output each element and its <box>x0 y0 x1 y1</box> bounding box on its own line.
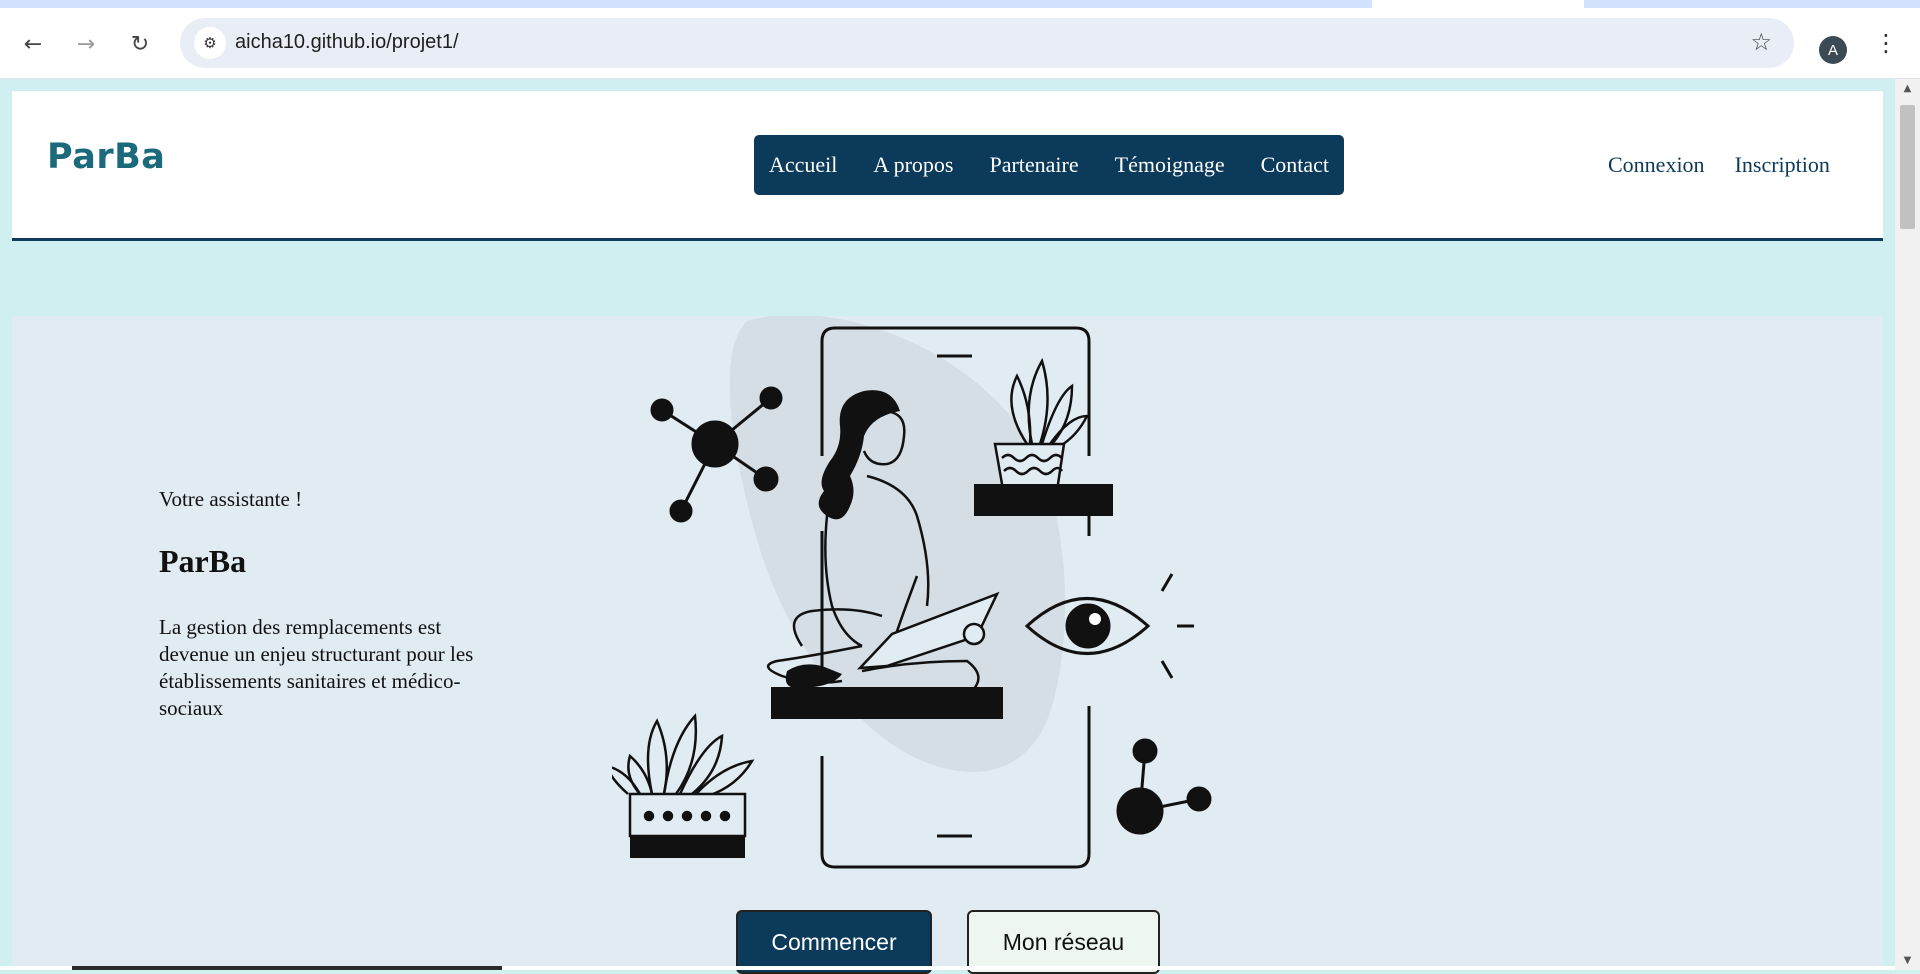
shelf-middle <box>771 687 1003 719</box>
signup-link[interactable]: Inscription <box>1735 152 1830 178</box>
nav-link-partenaire[interactable]: Partenaire <box>989 152 1078 178</box>
back-button[interactable]: ← <box>17 28 49 60</box>
scrollbar[interactable]: ▲ ▼ <box>1895 79 1920 970</box>
hero-eyebrow: Votre assistante ! <box>159 487 303 511</box>
arrow-right-icon: → <box>76 31 96 57</box>
hero-illustration <box>612 316 1212 869</box>
shelf-top <box>974 484 1113 516</box>
site-header: ParBa Accueil A propos Partenaire Témoig… <box>12 91 1883 241</box>
scroll-down-icon[interactable]: ▼ <box>1895 955 1920 966</box>
active-tab[interactable] <box>1372 0 1584 8</box>
arrow-left-icon: ← <box>23 31 43 57</box>
main-nav: Accueil A propos Partenaire Témoignage C… <box>754 135 1345 195</box>
nav-link-accueil[interactable]: Accueil <box>769 152 837 178</box>
hero-section: Votre assistante ! ParBa La gestion des … <box>12 316 1883 974</box>
browser-toolbar: ← → ↻ ⚙ aicha10.github.io/projet1/ ☆ A ⋮ <box>0 8 1920 79</box>
scroll-up-icon[interactable]: ▲ <box>1895 83 1920 94</box>
tab-strip <box>0 0 1920 8</box>
address-bar[interactable]: ⚙ aicha10.github.io/projet1/ ☆ <box>180 18 1794 68</box>
nav-link-a-propos[interactable]: A propos <box>873 152 953 178</box>
scroll-thumb[interactable] <box>1900 105 1915 229</box>
reload-button[interactable]: ↻ <box>124 28 156 60</box>
forward-button[interactable]: → <box>70 28 102 60</box>
molecule-small-icon <box>1116 738 1212 835</box>
kebab-menu-icon[interactable]: ⋮ <box>1874 31 1898 55</box>
bottom-edge-segment <box>72 966 502 970</box>
login-link[interactable]: Connexion <box>1608 152 1705 178</box>
site-settings-button[interactable]: ⚙ <box>194 27 226 59</box>
hero-description: La gestion des remplacements est devenue… <box>159 615 474 720</box>
nav-link-temoignage[interactable]: Témoignage <box>1115 152 1225 178</box>
start-button[interactable]: Commencer <box>736 910 932 974</box>
star-icon[interactable]: ☆ <box>1750 28 1772 56</box>
tune-icon: ⚙ <box>203 34 217 52</box>
hero-title: ParBa <box>159 543 247 579</box>
planter-base <box>630 836 745 858</box>
url-text[interactable]: aicha10.github.io/projet1/ <box>235 31 459 54</box>
auth-links: Connexion Inscription <box>1608 152 1830 178</box>
reload-icon: ↻ <box>130 31 150 57</box>
succulent-plant-icon <box>612 713 755 838</box>
bottom-edge <box>0 966 1895 970</box>
site-logo[interactable]: ParBa <box>47 137 165 177</box>
my-network-button[interactable]: Mon réseau <box>967 910 1160 974</box>
nav-link-contact[interactable]: Contact <box>1261 152 1329 178</box>
profile-avatar[interactable]: A <box>1819 36 1847 64</box>
